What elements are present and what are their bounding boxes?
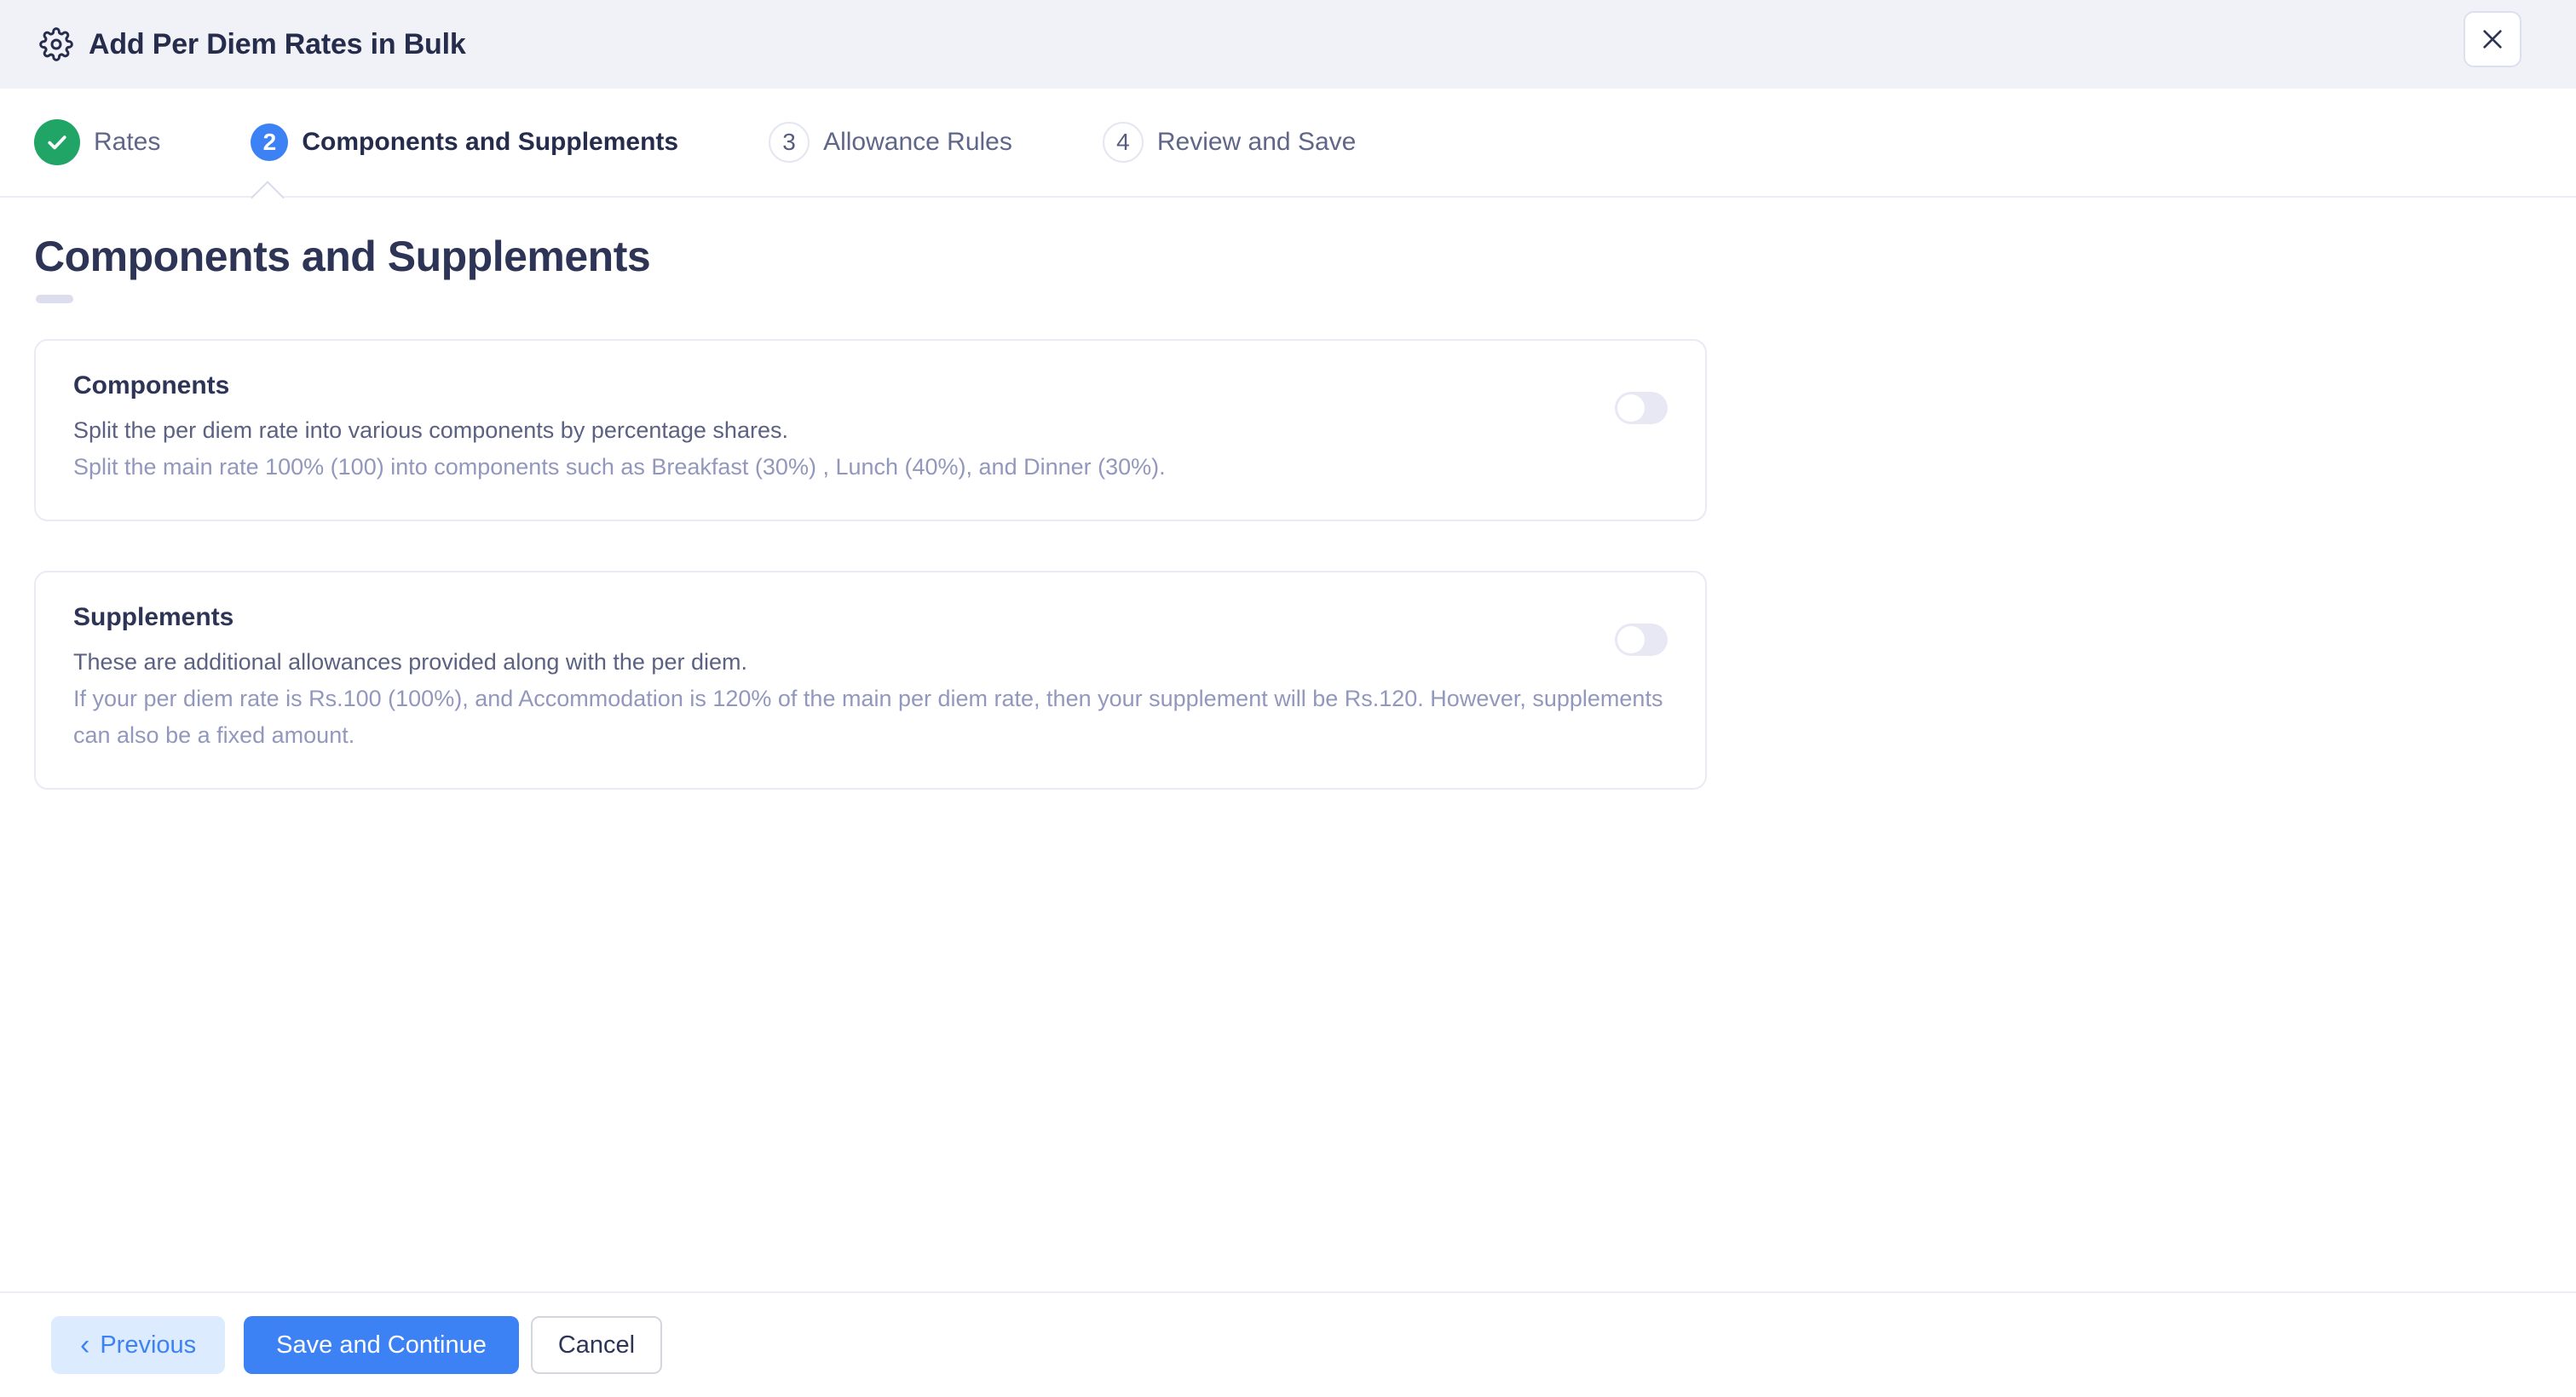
step-number: 4 (1103, 122, 1144, 163)
supplements-card-title: Supplements (73, 603, 1668, 632)
step-label: Review and Save (1157, 128, 1356, 157)
toggle-knob (1617, 626, 1645, 653)
save-and-continue-button[interactable]: Save and Continue (244, 1316, 519, 1374)
step-components-and-supplements[interactable]: 2 Components and Supplements (251, 124, 678, 161)
previous-button-label: Previous (100, 1331, 196, 1360)
heading-underline (36, 295, 73, 303)
main-content: Components and Supplements Components Sp… (0, 198, 2576, 1291)
wizard-stepper: Rates 2 Components and Supplements 3 All… (0, 89, 2576, 198)
step-rates[interactable]: Rates (34, 119, 160, 165)
modal-title: Add Per Diem Rates in Bulk (89, 28, 466, 61)
supplements-toggle[interactable] (1615, 624, 1668, 656)
step-allowance-rules[interactable]: 3 Allowance Rules (769, 122, 1012, 163)
chevron-left-icon: ‹ (80, 1331, 89, 1360)
supplements-card-description: These are additional allowances provided… (73, 644, 1668, 681)
previous-button[interactable]: ‹ Previous (51, 1316, 225, 1374)
step-label: Allowance Rules (823, 128, 1012, 157)
modal-header: Add Per Diem Rates in Bulk (0, 0, 2576, 89)
supplements-card: Supplements These are additional allowan… (34, 571, 1707, 790)
modal-footer: ‹ Previous Save and Continue Cancel (0, 1291, 2576, 1397)
step-completed-check-icon (34, 119, 80, 165)
components-card-example: Split the main rate 100% (100) into comp… (73, 449, 1668, 486)
components-toggle[interactable] (1615, 392, 1668, 424)
step-review-and-save[interactable]: 4 Review and Save (1103, 122, 1356, 163)
step-label: Rates (94, 128, 160, 157)
supplements-card-example: If your per diem rate is Rs.100 (100%), … (73, 681, 1668, 754)
components-card-description: Split the per diem rate into various com… (73, 412, 1668, 449)
cancel-button[interactable]: Cancel (531, 1316, 662, 1374)
close-button[interactable] (2464, 11, 2521, 67)
gear-icon (39, 27, 73, 61)
step-number: 2 (251, 124, 288, 161)
step-label: Components and Supplements (302, 128, 678, 157)
page-title: Components and Supplements (34, 232, 2576, 281)
components-card: Components Split the per diem rate into … (34, 339, 1707, 521)
step-number: 3 (769, 122, 810, 163)
toggle-knob (1617, 394, 1645, 422)
close-icon (2479, 26, 2506, 53)
components-card-title: Components (73, 371, 1668, 400)
